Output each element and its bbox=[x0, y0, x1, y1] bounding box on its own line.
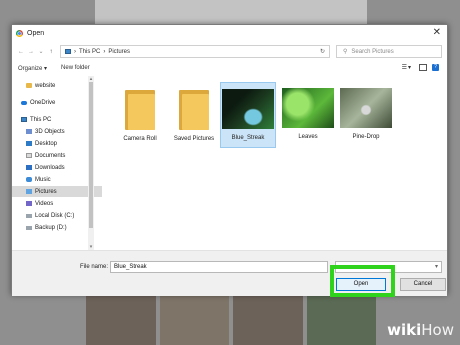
search-placeholder: Search Pictures bbox=[351, 48, 394, 55]
file-item-leaves[interactable]: Leaves bbox=[280, 82, 336, 148]
breadcrumb-this-pc[interactable]: This PC bbox=[79, 49, 100, 55]
desktop-icon bbox=[26, 141, 32, 146]
file-item-blue-streak[interactable]: Blue_Streak bbox=[220, 82, 276, 148]
file-list: Camera Roll Saved Pictures Blue_Streak L… bbox=[94, 76, 446, 250]
pc-icon bbox=[65, 49, 71, 54]
pictures-icon bbox=[26, 189, 32, 194]
view-options-button[interactable]: ☰ ▾ bbox=[402, 64, 411, 71]
path-separator: › bbox=[74, 48, 76, 55]
new-folder-button[interactable]: New folder bbox=[61, 65, 90, 71]
sidebar-item-label: Desktop bbox=[35, 140, 58, 147]
file-item-saved-pictures[interactable]: Saved Pictures bbox=[166, 82, 222, 148]
sidebar-item-this-pc[interactable]: This PC bbox=[12, 114, 97, 125]
disk-icon bbox=[26, 213, 32, 218]
folder-icon bbox=[26, 83, 32, 88]
music-icon bbox=[26, 177, 32, 182]
image-thumbnail bbox=[222, 89, 274, 129]
navigation-bar: ← → ⌄ ↑ › This PC › Pictures ↻ ⚲ Search … bbox=[12, 43, 447, 60]
title-bar: Open ✕ bbox=[12, 25, 447, 42]
sidebar-item-label: Pictures bbox=[35, 188, 57, 195]
3d-objects-icon bbox=[26, 129, 32, 134]
file-name-field[interactable]: Blue_Streak bbox=[110, 261, 328, 273]
breadcrumb-pictures[interactable]: Pictures bbox=[108, 49, 130, 55]
navigation-pane: website OneDrive This PC 3D Objects Desk… bbox=[12, 76, 102, 250]
sidebar-item-label: Documents bbox=[35, 152, 66, 159]
path-separator: › bbox=[103, 48, 106, 55]
close-icon[interactable]: ✕ bbox=[433, 27, 441, 38]
chevron-down-icon: ▾ bbox=[407, 65, 411, 71]
file-name: Leaves bbox=[298, 134, 318, 140]
folder-icon bbox=[125, 88, 155, 130]
background-window bbox=[95, 0, 367, 26]
cloud-icon bbox=[21, 100, 27, 105]
sidebar-item-label: Videos bbox=[35, 200, 54, 207]
sidebar-item-label: Music bbox=[35, 176, 51, 183]
open-file-dialog: Open ✕ ← → ⌄ ↑ › This PC › Pictures ↻ ⚲ … bbox=[11, 24, 448, 297]
refresh-icon[interactable]: ↻ bbox=[320, 48, 325, 55]
file-name: Camera Roll bbox=[123, 136, 157, 142]
file-item-camera-roll[interactable]: Camera Roll bbox=[112, 82, 168, 148]
watermark-how: How bbox=[421, 321, 454, 339]
command-bar: Organize ▾ New folder ☰ ▾ ? bbox=[12, 61, 447, 75]
file-name: Saved Pictures bbox=[173, 136, 215, 142]
cancel-button[interactable]: Cancel bbox=[400, 278, 446, 291]
help-button[interactable]: ? bbox=[432, 64, 439, 71]
videos-icon bbox=[26, 201, 32, 206]
chrome-icon bbox=[16, 30, 23, 37]
downloads-icon bbox=[26, 165, 32, 170]
background-photo-strip bbox=[86, 293, 376, 345]
dialog-footer: File name: Blue_Streak ▾ Open Cancel bbox=[12, 250, 447, 297]
file-name: Pine-Drop bbox=[352, 134, 380, 140]
image-thumbnail bbox=[282, 88, 334, 128]
file-name: Blue_Streak bbox=[231, 135, 265, 141]
watermark-wiki: wiki bbox=[387, 321, 422, 339]
documents-icon bbox=[26, 153, 32, 158]
file-name-label: File name: bbox=[80, 264, 109, 270]
forward-button[interactable]: → bbox=[26, 49, 36, 55]
sidebar-item-onedrive[interactable]: OneDrive bbox=[12, 97, 97, 108]
open-button[interactable]: Open bbox=[336, 278, 386, 291]
file-item-pine-drop[interactable]: Pine-Drop bbox=[338, 82, 394, 148]
sidebar-item-label: OneDrive bbox=[30, 99, 56, 106]
back-button[interactable]: ← bbox=[16, 49, 26, 55]
recent-locations-button[interactable]: ⌄ bbox=[36, 48, 46, 55]
search-icon: ⚲ bbox=[343, 49, 348, 55]
dialog-title: Open bbox=[27, 30, 45, 37]
sidebar-item-label: website bbox=[35, 82, 56, 89]
chevron-down-icon: ▾ bbox=[434, 264, 438, 270]
address-bar[interactable]: › This PC › Pictures ↻ bbox=[60, 45, 330, 58]
sidebar-item-label: Downloads bbox=[35, 164, 65, 171]
folder-icon bbox=[179, 88, 209, 130]
sidebar-item-label: Local Disk (C:) bbox=[35, 212, 75, 219]
wikihow-watermark: wikiHow bbox=[387, 321, 454, 339]
search-input[interactable]: ⚲ Search Pictures bbox=[336, 45, 442, 58]
sidebar-item-label: This PC bbox=[30, 116, 52, 123]
preview-pane-icon[interactable] bbox=[419, 64, 427, 71]
sidebar-item-label: Backup (D:) bbox=[35, 224, 67, 231]
organize-button[interactable]: Organize ▾ bbox=[18, 65, 47, 72]
disk-icon bbox=[26, 225, 32, 230]
scrollbar-thumb[interactable] bbox=[89, 82, 93, 228]
view-icon: ☰ bbox=[401, 65, 407, 71]
sidebar-item-label: 3D Objects bbox=[35, 128, 65, 135]
image-thumbnail bbox=[340, 88, 392, 128]
up-button[interactable]: ↑ bbox=[46, 49, 56, 55]
computer-icon bbox=[21, 117, 27, 122]
